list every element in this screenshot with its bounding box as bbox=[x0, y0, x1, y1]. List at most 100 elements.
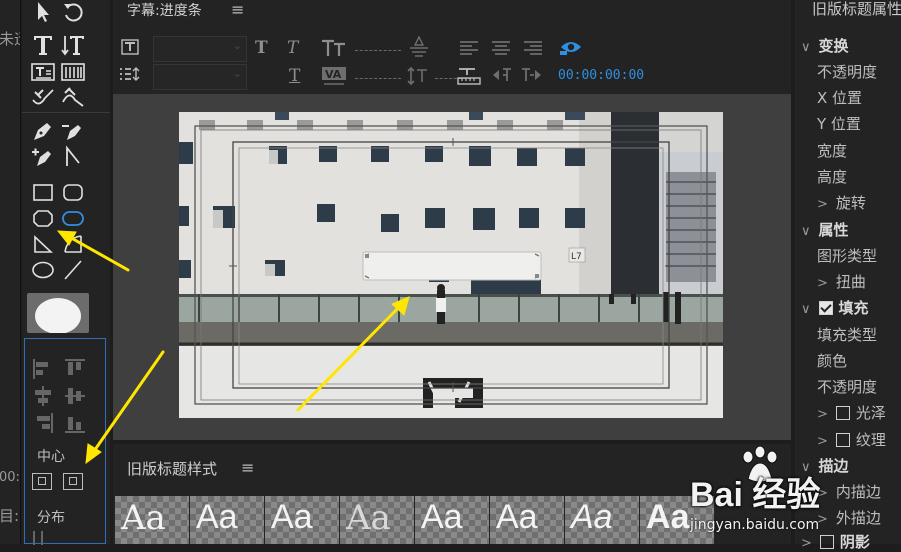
prop-fill-type[interactable]: 填充类型 bbox=[817, 324, 877, 345]
area-type-tool[interactable] bbox=[31, 60, 57, 84]
font-size-value[interactable] bbox=[355, 50, 401, 51]
prop-distort[interactable]: > 扭曲 bbox=[817, 271, 866, 292]
chevron-down-icon: ∨ bbox=[801, 302, 811, 317]
bold-icon[interactable]: T bbox=[255, 38, 268, 58]
style-swatch[interactable]: Aa bbox=[190, 496, 264, 544]
section-properties[interactable]: ∨ 属性 bbox=[801, 219, 849, 240]
selection-tool[interactable] bbox=[31, 0, 57, 24]
roll-crawl-left-icon[interactable] bbox=[491, 66, 513, 84]
prop-sheen[interactable]: > 光泽 bbox=[817, 402, 886, 423]
styles-panel-title: 旧版标题样式 bbox=[127, 460, 218, 478]
rectangle-tool[interactable] bbox=[31, 180, 57, 204]
svg-text:L7: L7 bbox=[571, 252, 582, 262]
align-left-icon[interactable] bbox=[33, 359, 55, 379]
sheen-checkbox[interactable] bbox=[835, 406, 850, 420]
chevron-down-icon: ⌄ bbox=[232, 39, 242, 52]
rotation-tool[interactable] bbox=[61, 0, 87, 24]
delete-anchor-tool[interactable] bbox=[61, 119, 87, 143]
tab-stops-ruler-icon[interactable] bbox=[457, 66, 481, 86]
align-right-icon[interactable] bbox=[33, 413, 55, 433]
rounded-corner-rectangle-tool[interactable] bbox=[61, 206, 87, 230]
vertical-area-type-tool[interactable] bbox=[61, 60, 87, 84]
show-background-video-icon[interactable] bbox=[560, 39, 582, 55]
type-t-icon bbox=[34, 36, 52, 55]
align-left-text-icon[interactable] bbox=[459, 40, 479, 56]
leading-icon[interactable] bbox=[407, 66, 431, 86]
convert-anchor-icon bbox=[66, 145, 80, 166]
line-tool[interactable] bbox=[61, 258, 87, 282]
prop-x-position[interactable]: X 位置 bbox=[817, 87, 862, 108]
style-swatch[interactable]: Aa bbox=[415, 496, 489, 544]
area-type-icon bbox=[31, 63, 55, 81]
style-swatch[interactable]: Aa bbox=[565, 496, 639, 544]
pen-tool[interactable] bbox=[31, 119, 57, 143]
chevron-down-icon: ⌄ bbox=[232, 67, 242, 80]
roll-crawl-right-icon[interactable] bbox=[521, 66, 543, 84]
background-video-frame[interactable]: L7 bbox=[179, 112, 723, 418]
prop-opacity[interactable]: 不透明度 bbox=[817, 61, 877, 82]
align-vertical-center-icon[interactable] bbox=[65, 386, 87, 406]
style-swatch[interactable]: Aa bbox=[340, 496, 414, 544]
clipped-rectangle-icon bbox=[33, 210, 53, 227]
align-center-text-icon[interactable] bbox=[491, 40, 511, 56]
italic-icon[interactable]: T bbox=[287, 38, 298, 58]
tab-stops-icon[interactable] bbox=[119, 66, 141, 82]
prop-shape-type[interactable]: 图形类型 bbox=[817, 245, 877, 266]
clipped-corner-rectangle-tool[interactable] bbox=[31, 206, 57, 230]
style-swatch[interactable]: Aa bbox=[490, 496, 564, 544]
rounded-rectangle-tool[interactable] bbox=[61, 180, 87, 204]
aspect-icon[interactable] bbox=[407, 36, 431, 58]
vertical-path-type-tool[interactable] bbox=[61, 86, 87, 110]
kerning-icon[interactable]: VA bbox=[321, 66, 347, 86]
path-type-tool[interactable] bbox=[31, 86, 57, 110]
center-vertical-button[interactable] bbox=[63, 473, 83, 490]
section-transform[interactable]: ∨ 变换 bbox=[801, 35, 849, 56]
vertical-type-icon bbox=[61, 36, 84, 56]
style-swatch[interactable]: Aa bbox=[265, 496, 339, 544]
font-size-icon[interactable] bbox=[321, 38, 347, 58]
center-horizontal-button[interactable] bbox=[32, 473, 52, 490]
rotate-icon bbox=[64, 3, 83, 22]
underline-icon[interactable]: T bbox=[289, 66, 300, 86]
distribute-left-icon[interactable] bbox=[33, 531, 55, 551]
align-top-icon[interactable] bbox=[65, 359, 87, 379]
wedge-tool[interactable] bbox=[31, 232, 57, 256]
watermark-url: jingyan.baidu.com bbox=[690, 517, 820, 533]
vertical-area-type-icon bbox=[61, 63, 85, 81]
chevron-right-icon: > bbox=[817, 197, 828, 212]
prop-color[interactable]: 颜色 bbox=[817, 350, 847, 371]
distribute-group-label: 分布 bbox=[37, 510, 65, 526]
hamburger-icon[interactable]: ≡ bbox=[231, 0, 244, 19]
video-frame-image: L7 bbox=[179, 112, 723, 418]
prop-width[interactable]: 宽度 bbox=[817, 140, 847, 161]
align-right-text-icon[interactable] bbox=[523, 40, 543, 56]
prop-y-position[interactable]: Y 位置 bbox=[817, 113, 861, 134]
align-bottom-icon[interactable] bbox=[65, 413, 87, 433]
vertical-path-type-icon bbox=[62, 87, 84, 107]
convert-anchor-tool[interactable] bbox=[61, 145, 87, 169]
properties-panel-title: 旧版标题属性 bbox=[812, 0, 901, 18]
vertical-type-tool[interactable] bbox=[61, 33, 87, 57]
arc-tool[interactable] bbox=[61, 232, 87, 256]
font-style-dropdown[interactable]: ⌄ bbox=[153, 64, 247, 90]
rectangle-icon bbox=[33, 184, 53, 201]
prop-height[interactable]: 高度 bbox=[817, 166, 847, 187]
arrow-pointer-icon bbox=[38, 2, 49, 22]
hamburger-icon[interactable]: ≡ bbox=[241, 458, 254, 477]
align-horizontal-center-icon[interactable] bbox=[33, 386, 55, 406]
ellipse-tool[interactable] bbox=[31, 258, 57, 282]
prop-rotation[interactable]: > 旋转 bbox=[817, 192, 866, 213]
kerning-value[interactable] bbox=[355, 78, 401, 79]
style-swatch[interactable]: Aa bbox=[115, 496, 189, 544]
new-title-icon[interactable] bbox=[121, 39, 139, 55]
background-video-timecode[interactable]: 00:00:00:00 bbox=[558, 68, 644, 83]
prop-fill-opacity[interactable]: 不透明度 bbox=[817, 376, 877, 397]
section-fill[interactable]: ∨ 填充 bbox=[801, 297, 869, 318]
cut-off-label: 未迂 bbox=[0, 30, 20, 48]
panel-title-tab[interactable]: 字幕:进度条 bbox=[127, 0, 202, 20]
fill-checkbox[interactable] bbox=[818, 301, 833, 315]
type-tool[interactable] bbox=[31, 33, 57, 57]
add-anchor-tool[interactable] bbox=[31, 145, 57, 169]
font-family-dropdown[interactable]: ⌄ bbox=[153, 36, 247, 62]
chevron-right-icon: > bbox=[817, 407, 828, 422]
